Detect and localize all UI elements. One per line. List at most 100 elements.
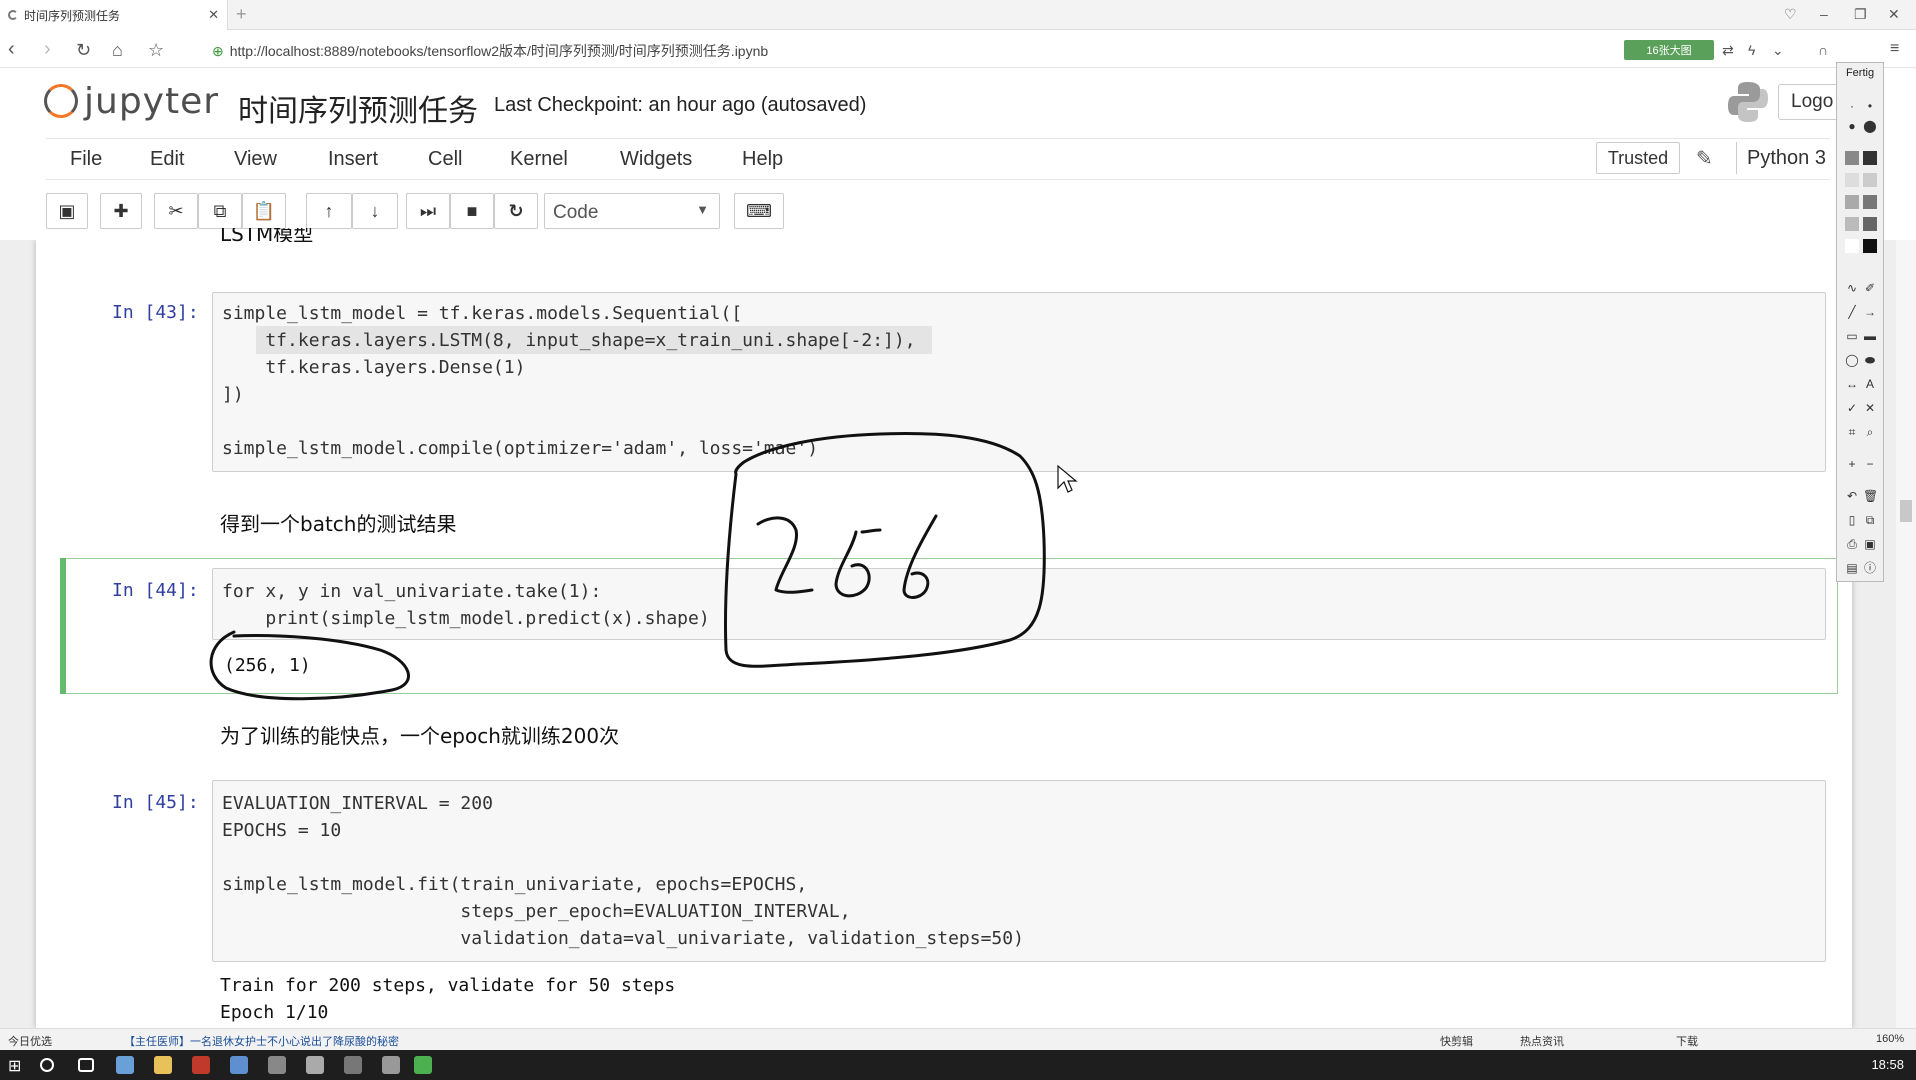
windows-start-icon[interactable]: ⊞ <box>8 1056 26 1075</box>
filled-ellipse-icon[interactable]: ⬬ <box>1863 353 1877 367</box>
forward-icon[interactable]: › <box>44 38 51 61</box>
minimize-icon[interactable]: – <box>1820 6 1828 22</box>
new-page-icon[interactable]: ▯ <box>1845 513 1859 527</box>
jupyter-logo[interactable]: jupyter <box>44 76 219 126</box>
screen-icon[interactable]: ▤ <box>1845 561 1859 575</box>
crop-icon[interactable]: ⌗ <box>1845 425 1859 439</box>
status-left-label[interactable]: 今日优选 <box>8 1033 52 1049</box>
code-cell-43[interactable]: simple_lstm_model = tf.keras.models.Sequ… <box>222 300 916 462</box>
flash-icon[interactable]: ϟ <box>1748 42 1755 58</box>
save-button[interactable]: ▣ <box>46 193 88 229</box>
magnifier-icon[interactable]: ⌕ <box>1863 425 1877 439</box>
status-item[interactable]: 快剪辑 <box>1440 1033 1473 1049</box>
freehand-icon[interactable]: ∿ <box>1845 281 1859 295</box>
filled-rectangle-icon[interactable]: ▬ <box>1863 329 1877 343</box>
app-icon[interactable] <box>192 1056 210 1074</box>
menu-kernel[interactable]: Kernel <box>510 148 568 171</box>
menu-view[interactable]: View <box>234 148 277 171</box>
image-mode-badge[interactable]: 16张大图 <box>1624 40 1714 60</box>
app-icon[interactable] <box>382 1056 400 1074</box>
browser-tab[interactable]: 时间序列预测任务 ✕ <box>0 0 228 30</box>
vertical-scrollbar[interactable] <box>1896 240 1916 1028</box>
task-view-icon[interactable] <box>78 1058 94 1072</box>
white-swatch-icon[interactable] <box>1845 239 1859 253</box>
kernel-indicator[interactable]: Python 3 <box>1736 142 1826 174</box>
status-item[interactable]: 下载 <box>1676 1033 1698 1049</box>
ellipse-icon[interactable]: ◯ <box>1845 353 1859 367</box>
status-item[interactable]: 热点资讯 <box>1520 1033 1564 1049</box>
text-tool-icon[interactable]: A <box>1863 377 1877 391</box>
info-icon[interactable]: ⓘ <box>1863 561 1877 575</box>
reload-icon[interactable]: ↻ <box>76 40 91 61</box>
cut-button[interactable]: ✂ <box>154 193 198 229</box>
new-tab-icon[interactable]: + <box>236 4 247 25</box>
run-button[interactable]: ⏭ <box>406 193 450 229</box>
favorite-icon[interactable]: ♡ <box>1784 6 1797 23</box>
dot-icon[interactable]: • <box>1863 99 1877 113</box>
zoom-in-icon[interactable]: + <box>1845 457 1859 471</box>
black-swatch-icon[interactable] <box>1863 239 1877 253</box>
charcoal-swatch-icon[interactable] <box>1863 217 1877 231</box>
insert-cell-button[interactable]: ✚ <box>100 193 142 229</box>
app-icon[interactable] <box>344 1056 362 1074</box>
double-arrow-icon[interactable]: ↔ <box>1845 377 1859 391</box>
close-tab-icon[interactable]: ✕ <box>208 7 219 23</box>
url-field[interactable]: ⊕ http://localhost:8889/notebooks/tensorf… <box>212 41 768 61</box>
silver-swatch-icon[interactable] <box>1845 217 1859 231</box>
folder-app-icon[interactable] <box>154 1056 172 1074</box>
notebook-title[interactable]: 时间序列预测任务 <box>238 86 478 130</box>
trash-icon[interactable]: 🗑 <box>1863 489 1878 503</box>
headphones-icon[interactable]: ∩ <box>1818 42 1828 58</box>
light-gray-swatch-icon[interactable] <box>1863 173 1877 187</box>
check-icon[interactable]: ✓ <box>1845 401 1859 415</box>
app-icon[interactable] <box>306 1056 324 1074</box>
command-palette-button[interactable]: ⌨ <box>734 193 784 229</box>
home-icon[interactable]: ⌂ <box>112 40 123 61</box>
toolbox-done-label[interactable]: Fertig <box>1837 67 1883 79</box>
scrollbar-thumb[interactable] <box>1900 500 1912 522</box>
app-icon[interactable] <box>268 1056 286 1074</box>
menu-insert[interactable]: Insert <box>328 148 378 171</box>
trusted-indicator[interactable]: Trusted <box>1596 142 1680 174</box>
large-dot-icon[interactable]: ⬤ <box>1863 119 1877 133</box>
bookmark-star-icon[interactable]: ☆ <box>148 40 164 61</box>
screen-annotation-toolbox[interactable]: Fertig · • ● ⬤ ∿ ✐ ╱ → ▭ ▬ ◯ ⬬ ↔ A ✓ ✕ ⌗… <box>1836 62 1884 582</box>
copy-page-icon[interactable]: ⧉ <box>1863 513 1877 527</box>
taskbar-clock[interactable]: 18:58 <box>1871 1057 1904 1072</box>
browser-app-icon[interactable] <box>116 1056 134 1074</box>
share-icon[interactable]: ⇄ <box>1722 42 1734 59</box>
code-cell-45[interactable]: EVALUATION_INTERVAL = 200 EPOCHS = 10 simp… <box>222 790 1024 952</box>
chevron-down-icon[interactable]: ⌄ <box>1772 42 1784 59</box>
back-icon[interactable]: ‹ <box>8 38 15 61</box>
dark-swatch-icon[interactable] <box>1863 151 1877 165</box>
mid-swatch-icon[interactable] <box>1845 195 1859 209</box>
zoom-out-icon[interactable]: − <box>1863 457 1877 471</box>
small-dot-icon[interactable]: · <box>1845 99 1859 113</box>
undo-icon[interactable]: ↶ <box>1845 489 1859 503</box>
line-icon[interactable]: ╱ <box>1845 305 1859 319</box>
app-icon[interactable] <box>230 1056 248 1074</box>
logout-button[interactable]: Logo <box>1778 84 1844 120</box>
move-up-button[interactable]: ↑ <box>306 193 352 229</box>
menu-cell[interactable]: Cell <box>428 148 462 171</box>
medium-dot-icon[interactable]: ● <box>1845 119 1859 133</box>
highlighter-icon[interactable]: ✐ <box>1863 281 1877 295</box>
cell-type-select[interactable]: Code ▼ <box>544 193 720 229</box>
search-icon[interactable] <box>40 1058 54 1072</box>
gray-swatch-icon[interactable] <box>1845 151 1859 165</box>
maximize-icon[interactable]: ❐ <box>1854 6 1867 23</box>
menu-icon[interactable]: ≡ <box>1890 40 1899 58</box>
close-window-icon[interactable]: ✕ <box>1888 6 1900 23</box>
menu-file[interactable]: File <box>70 148 102 171</box>
edit-pencil-icon[interactable]: ✎ <box>1696 146 1713 171</box>
light-swatch-icon[interactable] <box>1845 173 1859 187</box>
cross-icon[interactable]: ✕ <box>1863 401 1877 415</box>
status-news-link[interactable]: 【主任医师】一名退休女护士不小心说出了降尿酸的秘密 <box>124 1033 399 1049</box>
print-icon[interactable]: ⎙ <box>1845 537 1859 551</box>
code-cell-44[interactable]: for x, y in val_univariate.take(1): prin… <box>222 578 710 632</box>
zoom-level[interactable]: 160% <box>1876 1033 1904 1045</box>
restart-button[interactable]: ↻ <box>494 193 538 229</box>
menu-help[interactable]: Help <box>742 148 783 171</box>
interrupt-button[interactable]: ■ <box>450 193 494 229</box>
paste-button[interactable]: 📋 <box>242 193 286 229</box>
